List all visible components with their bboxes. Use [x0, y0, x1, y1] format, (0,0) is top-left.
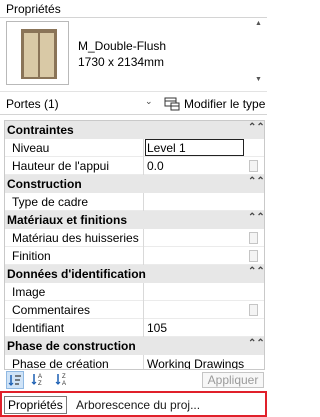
param-name: Finition: [12, 249, 51, 263]
sort-categorized-icon[interactable]: [6, 371, 24, 389]
section-phase-construction[interactable]: Phase de construction ⌃⌃: [5, 337, 264, 355]
svg-text:A: A: [62, 381, 66, 387]
tab-proprietes[interactable]: Propriétés: [4, 396, 67, 414]
tab-arborescence-projet[interactable]: Arborescence du proj...: [76, 396, 200, 414]
param-value[interactable]: Working Drawings: [147, 357, 244, 369]
section-donnees-identification[interactable]: Données d'identification ⌃⌃: [5, 265, 264, 283]
edit-type-icon: [164, 97, 180, 111]
type-family-name: M_Double-Flush: [78, 39, 167, 53]
cell-button[interactable]: [249, 304, 258, 316]
cell-button[interactable]: [249, 160, 258, 172]
properties-grid: Contraintes ⌃⌃ Niveau Level 1 Hauteur de…: [4, 120, 265, 370]
chevron-down-icon[interactable]: ⌄: [145, 96, 153, 107]
param-value[interactable]: 105: [147, 321, 167, 335]
param-row-phase-creation[interactable]: Phase de création Working Drawings: [5, 355, 264, 370]
type-size: 1730 x 2134mm: [78, 55, 165, 69]
type-selector[interactable]: M_Double-Flush 1730 x 2134mm ▲ ▼: [0, 18, 267, 90]
panel-title: Propriétés: [0, 0, 267, 18]
svg-text:A: A: [38, 374, 42, 380]
type-selector-scroll[interactable]: ▲ ▼: [254, 20, 264, 86]
param-name: Type de cadre: [12, 195, 89, 209]
section-label: Phase de construction: [7, 339, 136, 353]
param-row-type-cadre[interactable]: Type de cadre: [5, 193, 264, 211]
section-label: Construction: [7, 177, 82, 191]
param-value[interactable]: 0.0: [147, 159, 164, 173]
param-name: Niveau: [12, 141, 50, 155]
section-materiaux[interactable]: Matériaux et finitions ⌃⌃: [5, 211, 264, 229]
section-label: Données d'identification: [7, 267, 146, 281]
section-label: Matériaux et finitions: [7, 213, 128, 227]
panel-tabs: Propriétés Arborescence du proj...: [0, 391, 267, 417]
param-name: Hauteur de l'appui: [12, 159, 110, 173]
param-name: Commentaires: [12, 303, 91, 317]
section-contraintes[interactable]: Contraintes ⌃⌃: [5, 121, 264, 139]
param-value[interactable]: Level 1: [147, 141, 186, 155]
sort-az-icon[interactable]: A Z: [30, 371, 48, 389]
scroll-up-icon[interactable]: ▲: [255, 20, 262, 27]
param-row-finition[interactable]: Finition: [5, 247, 264, 265]
param-row-hauteur-appui[interactable]: Hauteur de l'appui 0.0: [5, 157, 264, 175]
param-row-identifiant[interactable]: Identifiant 105: [5, 319, 264, 337]
double-door-icon: [6, 21, 69, 85]
param-row-niveau[interactable]: Niveau Level 1: [5, 139, 264, 157]
svg-text:Z: Z: [62, 374, 66, 380]
apply-button[interactable]: Appliquer: [202, 372, 264, 388]
section-label: Contraintes: [7, 123, 74, 137]
param-row-image[interactable]: Image: [5, 283, 264, 301]
param-row-commentaires[interactable]: Commentaires: [5, 301, 264, 319]
edit-type-button[interactable]: Modifier le type: [162, 94, 266, 114]
filter-bar: Portes (1) ⌄ Modifier le type: [0, 91, 267, 115]
param-name: Matériau des huisseries: [12, 231, 139, 245]
param-name: Image: [12, 285, 46, 299]
param-name: Identifiant: [12, 321, 65, 335]
section-construction[interactable]: Construction ⌃⌃: [5, 175, 264, 193]
edit-type-label: Modifier le type: [184, 97, 266, 111]
scroll-down-icon[interactable]: ▼: [255, 76, 262, 83]
instance-filter-select[interactable]: Portes (1): [4, 95, 156, 113]
svg-text:Z: Z: [38, 381, 42, 387]
param-row-materiau-huisseries[interactable]: Matériau des huisseries: [5, 229, 264, 247]
cell-button[interactable]: [249, 232, 258, 244]
param-name: Phase de création: [12, 357, 109, 370]
sort-za-icon[interactable]: Z A: [54, 371, 72, 389]
bottom-toolbar: A Z Z A Appliquer: [0, 370, 267, 390]
cell-button[interactable]: [249, 250, 258, 262]
properties-scrollbar[interactable]: [261, 121, 264, 369]
